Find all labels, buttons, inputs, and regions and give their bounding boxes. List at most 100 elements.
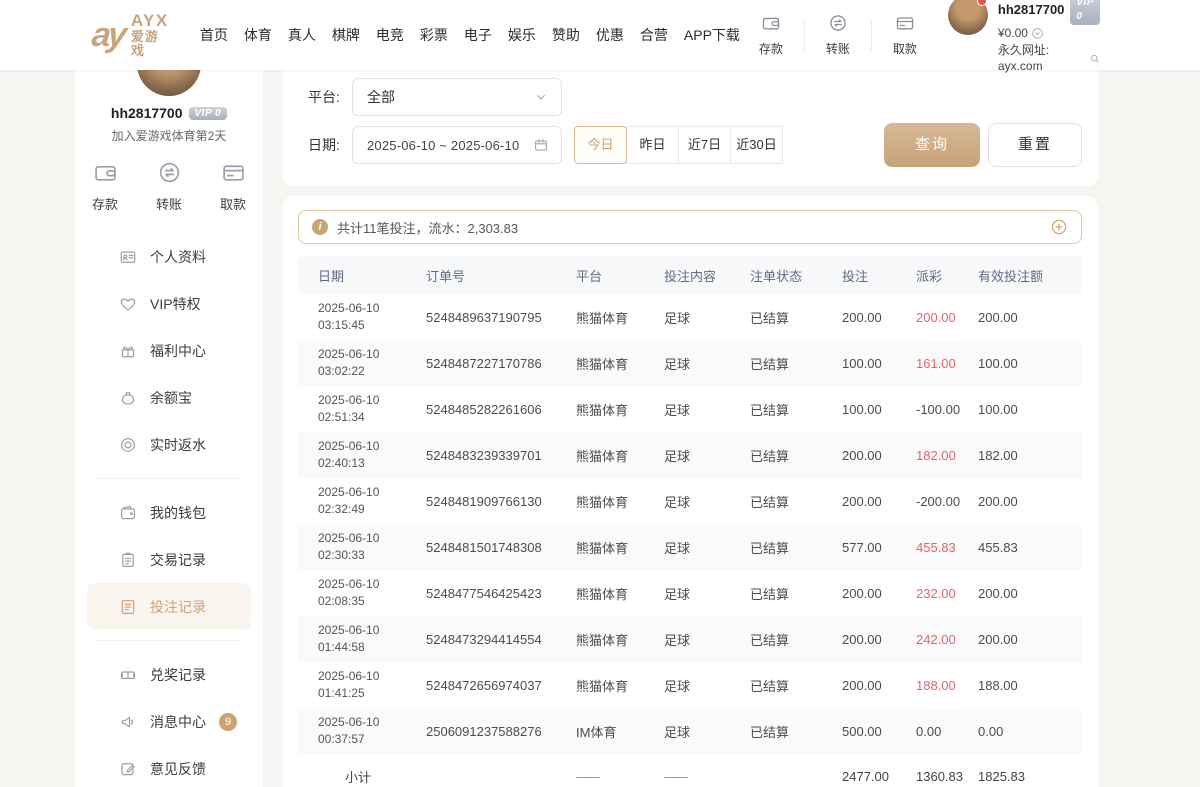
cell-payout: 200.00 bbox=[908, 310, 970, 325]
summary-bar: i 共计11笔投注，流水：2,303.83 bbox=[298, 210, 1082, 244]
platform-label: 平台: bbox=[308, 87, 352, 107]
cell-valid-bet: 100.00 bbox=[970, 402, 1082, 417]
bet-record-icon bbox=[119, 598, 137, 616]
date-value: 2025-06-10 bbox=[318, 300, 418, 317]
range-button-2[interactable]: 昨日 bbox=[626, 126, 679, 164]
cell-order-no: 5248481501748308 bbox=[418, 540, 568, 555]
search-button[interactable]: 查询 bbox=[884, 123, 980, 167]
date-value: 2025-06-10 bbox=[318, 438, 418, 455]
sidebar-item-purse[interactable]: 余额宝 bbox=[75, 374, 263, 421]
cell-status: 已结算 bbox=[742, 400, 834, 419]
calendar-icon bbox=[533, 137, 549, 153]
cell-bet: 200.00 bbox=[834, 310, 908, 325]
date-range-input[interactable]: 2025-06-10 ~ 2025-06-10 bbox=[352, 126, 562, 164]
nav-item-8[interactable]: 娱乐 bbox=[500, 25, 544, 45]
join-days-text: 加入爱游戏体育第2天 bbox=[75, 127, 263, 144]
sidebar-item-label: 投注记录 bbox=[150, 597, 206, 617]
nav-item-2[interactable]: 体育 bbox=[236, 25, 280, 45]
sidebar-item-wallet2[interactable]: 我的钱包 bbox=[75, 489, 263, 536]
range-button-3[interactable]: 近7日 bbox=[678, 126, 731, 164]
quick-action-transfer[interactable]: 转账 bbox=[815, 13, 861, 57]
logo-text: AYX 爱游戏 bbox=[131, 12, 170, 57]
cell-status: 已结算 bbox=[742, 354, 834, 373]
cell-platform: 熊猫体育 bbox=[568, 630, 656, 649]
top-bar: ay AYX 爱游戏 首页体育真人棋牌电竞彩票电子娱乐赞助优惠合营APP下载 存… bbox=[0, 0, 1200, 70]
quick-action-card[interactable]: 取款 bbox=[882, 13, 928, 57]
nav-item-12[interactable]: APP下载 bbox=[676, 25, 748, 45]
bet-table: 日期订单号平台投注内容注单状态投注派彩有效投注额2025-06-1003:15:… bbox=[298, 256, 1082, 787]
table-row: 2025-06-1002:30:335248481501748308熊猫体育足球… bbox=[298, 524, 1082, 570]
sidebar-item-bet[interactable]: 投注记录 bbox=[87, 583, 251, 630]
quick-action-transfer[interactable]: 转账 bbox=[152, 160, 186, 213]
user-area: hh2817700 VIP 0 ¥0.00 永久网址: ayx.com bbox=[948, 0, 1100, 75]
deposit-wallet-icon bbox=[93, 160, 118, 185]
sidebar-item-label: 意见反馈 bbox=[150, 759, 206, 779]
sidebar-item-trade[interactable]: 交易记录 bbox=[75, 536, 263, 583]
range-button-4[interactable]: 近30日 bbox=[730, 126, 783, 164]
nav-item-4[interactable]: 棋牌 bbox=[324, 25, 368, 45]
sidebar-item-rebate[interactable]: 实时返水 bbox=[75, 421, 263, 468]
subtotal-row: 小计————2477.001360.831825.83 bbox=[298, 754, 1082, 787]
nav-item-5[interactable]: 电竞 bbox=[368, 25, 412, 45]
profile-vip-badge: VIP 0 bbox=[189, 107, 228, 120]
column-header: 日期 bbox=[298, 266, 418, 285]
nav-item-3[interactable]: 真人 bbox=[280, 25, 324, 45]
transfer-icon bbox=[157, 160, 182, 185]
topbar-right: 存款转账取款 hh2817700 VIP 0 ¥0.00 永久网址: ayx.c… bbox=[748, 0, 1100, 75]
quick-action-wallet[interactable]: 存款 bbox=[748, 13, 794, 57]
sidebar-item-message[interactable]: 消息中心9 bbox=[75, 698, 263, 745]
sidebar-item-label: 个人资料 bbox=[150, 247, 206, 267]
sidebar-item-idcard[interactable]: 个人资料 bbox=[75, 233, 263, 280]
quick-action-card[interactable]: 取款 bbox=[216, 160, 250, 213]
time-value: 02:40:13 bbox=[318, 455, 418, 472]
reset-button[interactable]: 重置 bbox=[988, 123, 1082, 167]
subtotal-dash: —— bbox=[656, 769, 742, 784]
cell-valid-bet: 100.00 bbox=[970, 356, 1082, 371]
logo-name-en: AYX bbox=[131, 12, 170, 30]
cell-order-no: 5248489637190795 bbox=[418, 310, 568, 325]
cell-date: 2025-06-1003:15:45 bbox=[298, 300, 418, 335]
id-card-icon bbox=[119, 248, 137, 266]
expand-button[interactable] bbox=[1050, 218, 1068, 236]
cell-bet: 500.00 bbox=[834, 724, 908, 739]
nav-item-6[interactable]: 彩票 bbox=[412, 25, 456, 45]
sidebar-item-label: 我的钱包 bbox=[150, 503, 206, 523]
cell-platform: 熊猫体育 bbox=[568, 354, 656, 373]
balance-dropdown-icon[interactable] bbox=[1031, 27, 1044, 40]
sidebar-menu: 个人资料 VIP特权福利中心余额宝实时返水我的钱包交易记录投注记录兑奖记录消息中心… bbox=[75, 233, 263, 787]
sidebar-item-feedback[interactable]: 意见反馈 bbox=[75, 745, 263, 787]
subtotal-dash: —— bbox=[568, 769, 656, 784]
cell-payout: 188.00 bbox=[908, 678, 970, 693]
quick-action-wallet[interactable]: 存款 bbox=[88, 160, 122, 213]
nav-item-1[interactable]: 首页 bbox=[192, 25, 236, 45]
date-value: 2025-06-10 bbox=[318, 484, 418, 501]
time-value: 03:15:45 bbox=[318, 317, 418, 334]
vip-badge: VIP 0 bbox=[1070, 0, 1100, 25]
ticket-icon bbox=[119, 666, 137, 684]
cell-content: 足球 bbox=[656, 400, 742, 419]
avatar[interactable] bbox=[948, 0, 988, 35]
table-row: 2025-06-1000:37:572506091237588276IM体育足球… bbox=[298, 708, 1082, 754]
cell-date: 2025-06-1001:41:25 bbox=[298, 668, 418, 703]
cell-platform: 熊猫体育 bbox=[568, 308, 656, 327]
sidebar-item-gift[interactable]: 福利中心 bbox=[75, 327, 263, 374]
logo[interactable]: ay AYX 爱游戏 bbox=[92, 12, 170, 57]
search-icon[interactable] bbox=[1089, 52, 1100, 65]
range-button-1[interactable]: 今日 bbox=[574, 126, 627, 164]
quick-action-label: 转账 bbox=[152, 194, 186, 213]
cell-bet: 200.00 bbox=[834, 448, 908, 463]
table-header-row: 日期订单号平台投注内容注单状态投注派彩有效投注额 bbox=[298, 256, 1082, 294]
date-value: 2025-06-10 bbox=[318, 346, 418, 363]
nav-item-11[interactable]: 合营 bbox=[632, 25, 676, 45]
sidebar-item-vip[interactable]: VIP特权 bbox=[75, 280, 263, 327]
cell-payout: -100.00 bbox=[908, 402, 970, 417]
platform-select[interactable]: 全部 bbox=[352, 78, 562, 116]
cell-platform: 熊猫体育 bbox=[568, 492, 656, 511]
nav-item-7[interactable]: 电子 bbox=[456, 25, 500, 45]
cell-content: 足球 bbox=[656, 630, 742, 649]
nav-item-10[interactable]: 优惠 bbox=[588, 25, 632, 45]
megaphone-icon bbox=[119, 713, 137, 731]
nav-item-9[interactable]: 赞助 bbox=[544, 25, 588, 45]
cell-platform: 熊猫体育 bbox=[568, 538, 656, 557]
sidebar-item-prize[interactable]: 兑奖记录 bbox=[75, 651, 263, 698]
